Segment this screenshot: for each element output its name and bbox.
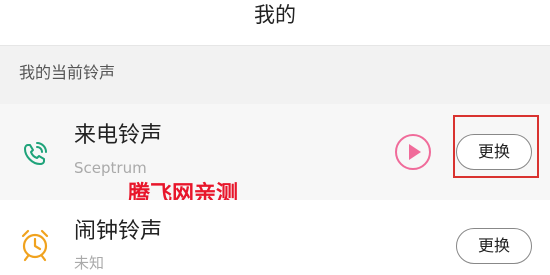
play-icon	[409, 144, 421, 160]
ringtone-title: 来电铃声	[74, 123, 163, 148]
section-header: 我的当前铃声	[0, 46, 550, 104]
top-bar: 我的	[0, 0, 550, 46]
page-title: 我的	[254, 3, 296, 27]
ringtone-row-alarm[interactable]: 闹钟铃声 未知 更换	[0, 200, 550, 275]
ringtone-name: 未知	[74, 254, 105, 272]
highlight-annotation	[453, 115, 539, 178]
ringtone-title: 闹钟铃声	[74, 219, 163, 244]
ringtone-name: Sceptrum	[74, 159, 147, 177]
phone-ringing-icon	[20, 139, 50, 169]
section-label: 我的当前铃声	[19, 63, 116, 82]
play-button[interactable]	[395, 134, 431, 170]
alarm-clock-icon	[19, 228, 49, 262]
change-ringtone-button[interactable]: 更换	[456, 228, 532, 264]
